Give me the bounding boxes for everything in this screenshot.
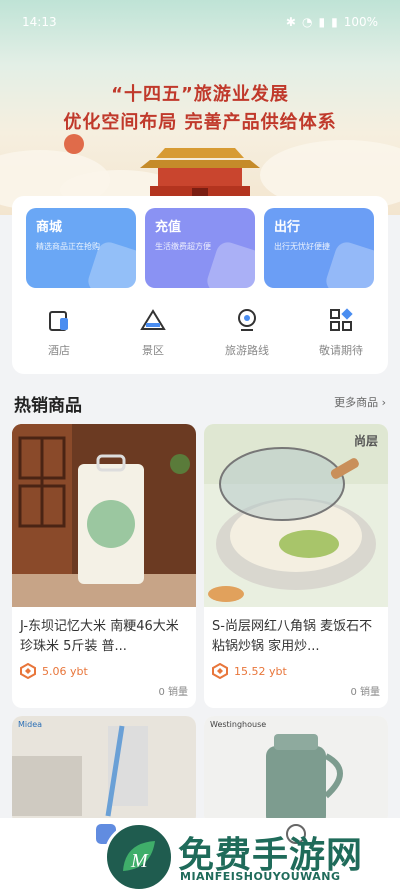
battery-text: 100% bbox=[343, 15, 378, 29]
banner-headline: “十四五”旅游业发展 bbox=[111, 84, 289, 105]
route-icon bbox=[231, 304, 263, 336]
status-time: 14:13 bbox=[22, 15, 57, 29]
more-label: 更多商品 bbox=[334, 396, 379, 409]
product-price: 15.52 ybt bbox=[204, 659, 388, 683]
product-card[interactable]: Westinghouse bbox=[204, 716, 388, 826]
service-label: 旅游路线 bbox=[225, 344, 269, 357]
brand-logo: 尚层 bbox=[353, 434, 378, 448]
ybt-coin-icon bbox=[212, 663, 228, 679]
service-label: 敬请期待 bbox=[319, 344, 363, 357]
coming-soon-icon bbox=[325, 304, 357, 336]
tile-recharge[interactable]: 充值 生活缴费超方便 bbox=[145, 208, 255, 288]
rice-product-image bbox=[12, 424, 196, 607]
tile-title: 出行 bbox=[274, 220, 301, 235]
service-label: 景区 bbox=[142, 344, 164, 357]
wok-product-image bbox=[204, 424, 388, 607]
product-card[interactable]: Midea bbox=[12, 716, 196, 826]
bluetooth-icon: ✱ bbox=[285, 15, 296, 29]
battery-icon: ▮ bbox=[331, 15, 338, 29]
palace-gate-illustration bbox=[140, 148, 260, 198]
service-hotel[interactable]: 酒店 bbox=[12, 304, 106, 358]
sold-count: 0 销量 bbox=[350, 687, 380, 698]
leaf-logo-icon: M bbox=[123, 841, 155, 872]
signal-icon: ▮ bbox=[318, 15, 326, 29]
svg-text:M: M bbox=[130, 850, 149, 872]
product-name: J-东坝记忆大米 南粳46大米珍珠米 5斤装 普... bbox=[20, 619, 179, 654]
service-label: 酒店 bbox=[48, 344, 70, 357]
tile-travel[interactable]: 出行 出行无忧好便捷 bbox=[264, 208, 374, 288]
banner-subheadline: 优化空间布局 完善产品供给体系 bbox=[63, 112, 337, 133]
price-value: 5.06 ybt bbox=[42, 664, 88, 678]
product-price: 5.06 ybt bbox=[12, 659, 196, 683]
watermark-logo: M bbox=[104, 822, 174, 892]
vacuum-product-image bbox=[12, 716, 196, 826]
sold-count: 0 销量 bbox=[158, 687, 188, 698]
service-coming-soon[interactable]: 敬请期待 bbox=[294, 304, 388, 358]
chevron-right-icon: › bbox=[381, 396, 386, 409]
brand-logo: Midea bbox=[18, 720, 43, 729]
product-card[interactable]: 尚层 S-尚层网红八角锅 麦饭石不粘锅炒锅 家用炒... 15.52 ybt 0… bbox=[204, 424, 388, 708]
price-value: 15.52 ybt bbox=[234, 664, 287, 678]
more-products-link[interactable]: 更多商品 › bbox=[334, 394, 386, 410]
product-name: S-尚层网红八角锅 麦饭石不粘锅炒锅 家用炒... bbox=[212, 619, 373, 654]
ybt-coin-icon bbox=[20, 663, 36, 679]
scenic-icon bbox=[137, 304, 169, 336]
kettle-product-image bbox=[204, 716, 388, 826]
service-route[interactable]: 旅游路线 bbox=[200, 304, 294, 358]
wifi-icon: ◔ bbox=[301, 15, 313, 29]
tile-title: 充值 bbox=[155, 220, 182, 235]
section-title: 热销商品 bbox=[14, 396, 82, 416]
status-bar: 14:13 ✱ ◔ ▮ ▮ 100% bbox=[0, 0, 400, 44]
tile-mall[interactable]: 商城 精选商品正在抢购 bbox=[26, 208, 136, 288]
tile-title: 商城 bbox=[36, 220, 63, 235]
service-scenic[interactable]: 景区 bbox=[106, 304, 200, 358]
service-icons: 酒店 景区 旅游路线 敬请期待 bbox=[12, 304, 388, 358]
sun-decoration bbox=[64, 134, 84, 154]
watermark-subtitle: MIANFEISHOUYOUWANG bbox=[180, 870, 341, 883]
brand-logo: Westinghouse bbox=[210, 720, 267, 729]
hotel-icon bbox=[43, 304, 75, 336]
service-card: 商城 精选商品正在抢购 充值 生活缴费超方便 出行 出行无忧好便捷 酒店 景区 bbox=[12, 196, 388, 374]
product-card[interactable]: J-东坝记忆大米 南粳46大米珍珠米 5斤装 普... 5.06 ybt 0 销… bbox=[12, 424, 196, 708]
